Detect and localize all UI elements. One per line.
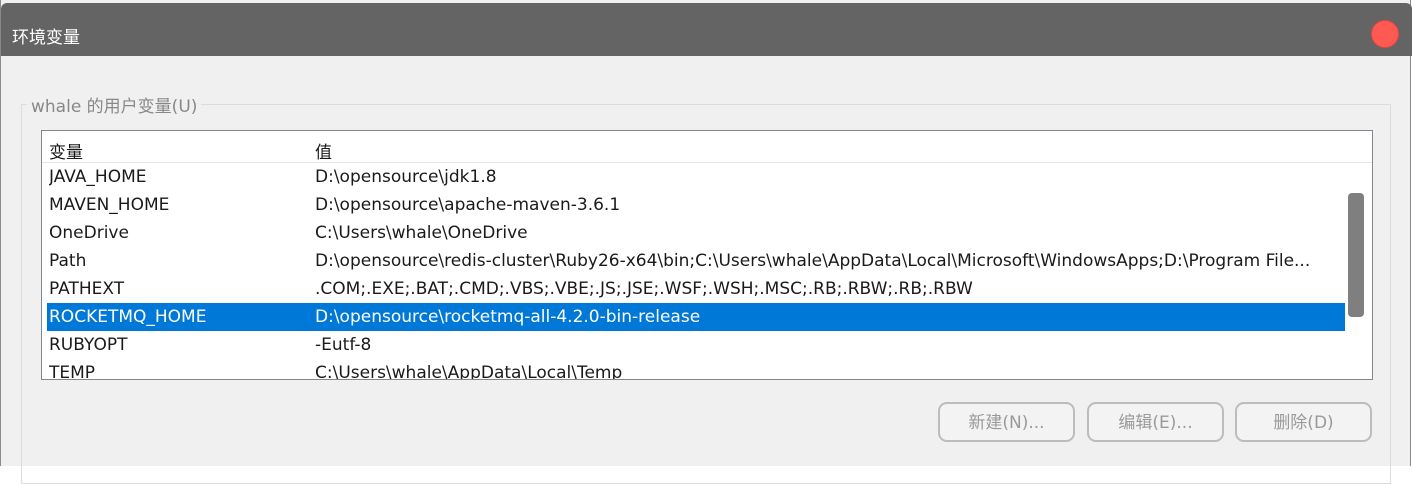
edit-button[interactable]: 编辑(E)...	[1087, 402, 1224, 442]
new-button[interactable]: 新建(N)...	[938, 402, 1075, 442]
table-row[interactable]: ROCKETMQ_HOME D:\opensource\rocketmq-all-…	[47, 303, 1345, 331]
column-header-value[interactable]: 值	[315, 138, 332, 163]
variable-name-cell: Path	[49, 251, 87, 271]
close-button[interactable]	[1371, 20, 1399, 48]
variable-value-cell: -Eutf-8	[315, 335, 372, 355]
list-rows: JAVA_HOME D:\opensource\jdk1.8 MAVEN_HOME D…	[42, 163, 1345, 380]
variable-name-cell: JAVA_HOME	[49, 167, 147, 187]
variable-value-cell: D:\opensource\rocketmq-all-4.2.0-bin-rel…	[315, 307, 701, 327]
variable-value-cell: D:\opensource\redis-cluster\Ruby26-x64\b…	[315, 251, 1311, 271]
variable-name-cell: ROCKETMQ_HOME	[49, 307, 207, 327]
variable-value-cell: D:\opensource\jdk1.8	[315, 167, 497, 187]
table-row[interactable]: OneDrive C:\Users\whale\OneDrive	[42, 219, 1345, 247]
variable-name-cell: OneDrive	[49, 223, 129, 243]
variable-name-cell: MAVEN_HOME	[49, 195, 170, 215]
delete-button[interactable]: 删除(D)	[1235, 402, 1372, 442]
user-variables-group-label: whale 的用户变量(U)	[27, 92, 202, 117]
list-header: 变量 值	[42, 131, 1372, 163]
user-variables-list[interactable]: 变量 值 JAVA_HOME D:\opensource\jdk1.8 MAVEN_…	[41, 130, 1373, 380]
variable-value-cell: C:\Users\whale\AppData\Local\Temp	[315, 363, 623, 380]
variable-name-cell: RUBYOPT	[49, 335, 128, 355]
vertical-scrollbar-thumb[interactable]	[1348, 193, 1364, 317]
environment-variables-dialog: 环境变量 whale 的用户变量(U) 变量 值 JAVA_HOME D:\ope…	[0, 0, 1412, 484]
column-header-variable[interactable]: 变量	[49, 138, 83, 163]
variable-value-cell: D:\opensource\apache-maven-3.6.1	[315, 195, 621, 215]
table-row[interactable]: JAVA_HOME D:\opensource\jdk1.8	[42, 163, 1345, 191]
table-row[interactable]: MAVEN_HOME D:\opensource\apache-maven-3.6…	[42, 191, 1345, 219]
table-row[interactable]: RUBYOPT -Eutf-8	[42, 331, 1345, 359]
title-bar[interactable]: 环境变量	[1, 3, 1412, 56]
variable-name-cell: TEMP	[49, 363, 96, 380]
variable-value-cell: C:\Users\whale\OneDrive	[315, 223, 528, 243]
window-title: 环境变量	[12, 28, 80, 48]
table-row[interactable]: Path D:\opensource\redis-cluster\Ruby26-x…	[42, 247, 1345, 275]
table-row[interactable]: TEMP C:\Users\whale\AppData\Local\Temp	[42, 359, 1345, 380]
variable-name-cell: PATHEXT	[49, 279, 125, 299]
variable-value-cell: .COM;.EXE;.BAT;.CMD;.VBS;.VBE;.JS;.JSE;.…	[315, 279, 973, 299]
table-row[interactable]: PATHEXT .COM;.EXE;.BAT;.CMD;.VBS;.VBE;.JS…	[42, 275, 1345, 303]
